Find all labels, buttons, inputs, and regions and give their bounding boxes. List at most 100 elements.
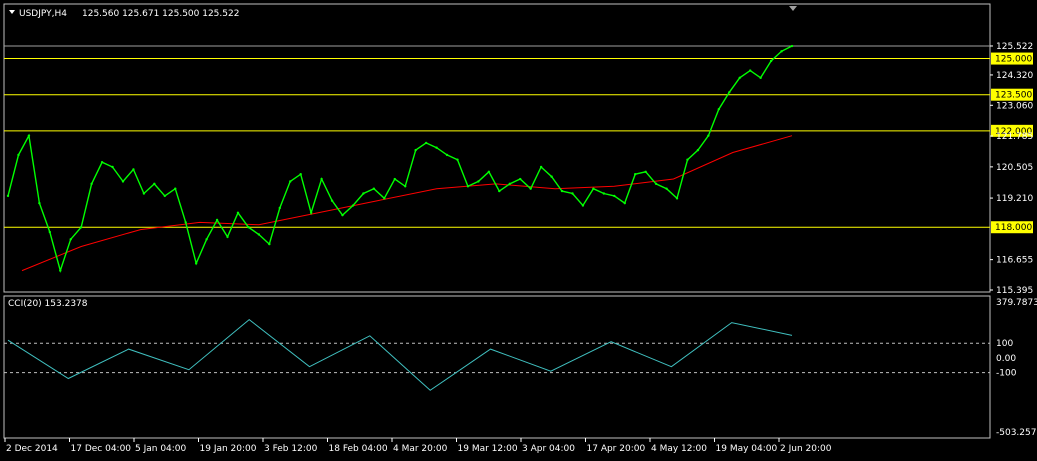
price-point [498,189,501,193]
symbol-title: USDJPY,H4 [19,9,67,19]
x-tick-label: 19 Mar 12:00 [458,444,518,454]
price-point [372,187,376,190]
price-point [100,160,104,164]
price-point [341,213,344,217]
horizontal-line-label: 123.500 [995,91,1032,101]
price-point [79,226,83,229]
price-point [550,175,553,178]
price-point [163,194,166,198]
x-tick-label: 17 Dec 04:00 [71,444,132,454]
x-tick-label: 5 Jan 04:00 [135,444,187,454]
price-point [466,185,470,188]
price-point [414,148,417,152]
x-tick-label: 3 Apr 04:00 [522,444,575,454]
price-point [257,233,261,236]
price-point [613,194,616,198]
price-point [299,173,302,176]
cci-y-tick-label: -100 [996,369,1017,379]
cci-y-tick-label: 100 [996,339,1013,349]
price-point [634,173,637,176]
price-point [111,165,114,169]
price-point [278,206,281,210]
cci-y-tick-label: 379.7873 [996,298,1037,308]
price-point [38,201,41,205]
price-point [320,177,323,181]
price-point [27,134,31,137]
price-point [728,91,731,94]
price-point [309,211,313,214]
ohlc-readout: 125.560 125.671 125.500 125.522 [82,9,239,19]
price-point [121,180,125,183]
price-point [215,218,219,222]
chart-window[interactable]: USDJPY,H4 125.560 125.671 125.500 125.52… [0,0,1037,457]
price-point [424,141,428,145]
y-tick-label: 125.522 [996,42,1033,52]
chart-background [0,0,1037,457]
price-point [184,221,187,224]
price-point [539,165,543,169]
price-point [174,187,177,190]
x-tick-label: 3 Feb 12:00 [264,444,318,454]
x-tick-label: 19 May 04:00 [716,444,778,454]
price-point [393,177,396,181]
y-tick-label: 123.060 [996,101,1033,111]
price-point [780,50,783,53]
price-point [247,226,250,229]
y-tick-label: 120.505 [996,163,1033,173]
price-point [268,242,271,246]
price-point [560,189,564,193]
price-point [17,153,20,157]
price-point [623,201,626,205]
price-point [644,170,647,174]
y-tick-label: 119.210 [996,194,1033,204]
horizontal-line-label: 118.000 [995,223,1032,233]
x-tick-label: 19 Jan 20:00 [200,444,257,454]
price-point [581,204,585,207]
price-point [477,180,480,183]
price-point [383,197,386,200]
price-point [790,44,794,48]
price-point [519,177,522,181]
price-point [675,197,679,200]
price-point [654,182,658,186]
price-point [226,235,229,239]
price-point [90,182,93,186]
price-point [487,170,491,174]
price-point [59,269,62,272]
price-point [529,187,532,190]
price-point [445,153,449,157]
price-point [769,59,773,63]
price-point [351,204,355,207]
cci-title: CCI(20) 153.2378 [8,299,88,309]
price-point [69,238,72,241]
x-tick-label: 2 Dec 2014 [6,444,58,454]
y-tick-label: 116.655 [996,256,1033,266]
price-point [707,134,710,137]
price-point [132,168,135,171]
cci-y-tick-label: 0.00 [996,354,1016,364]
x-tick-label: 4 May 12:00 [651,444,707,454]
price-point [236,211,240,214]
price-point [759,76,762,80]
x-tick-label: 2 Jun 20:00 [780,444,832,454]
price-point [665,187,668,190]
price-point [435,146,438,149]
price-point [717,107,721,111]
price-point [508,182,511,186]
price-point [592,187,595,190]
price-point [194,262,198,265]
price-point [142,192,146,195]
y-tick-label: 124.320 [996,71,1033,81]
price-axis: 125.000123.500122.000118.000125.522124.3… [990,42,1033,296]
x-tick-label: 18 Feb 04:00 [329,444,388,454]
price-point [48,230,52,234]
price-point [686,158,689,161]
horizontal-line-label: 125.000 [995,55,1032,65]
price-point [362,192,365,195]
price-point [153,182,156,186]
price-point [289,180,292,183]
price-point [456,158,459,161]
y-tick-label: 121.785 [996,132,1033,142]
chart-canvas[interactable]: USDJPY,H4 125.560 125.671 125.500 125.52… [0,0,1037,457]
x-tick-label: 4 Mar 20:00 [393,444,448,454]
